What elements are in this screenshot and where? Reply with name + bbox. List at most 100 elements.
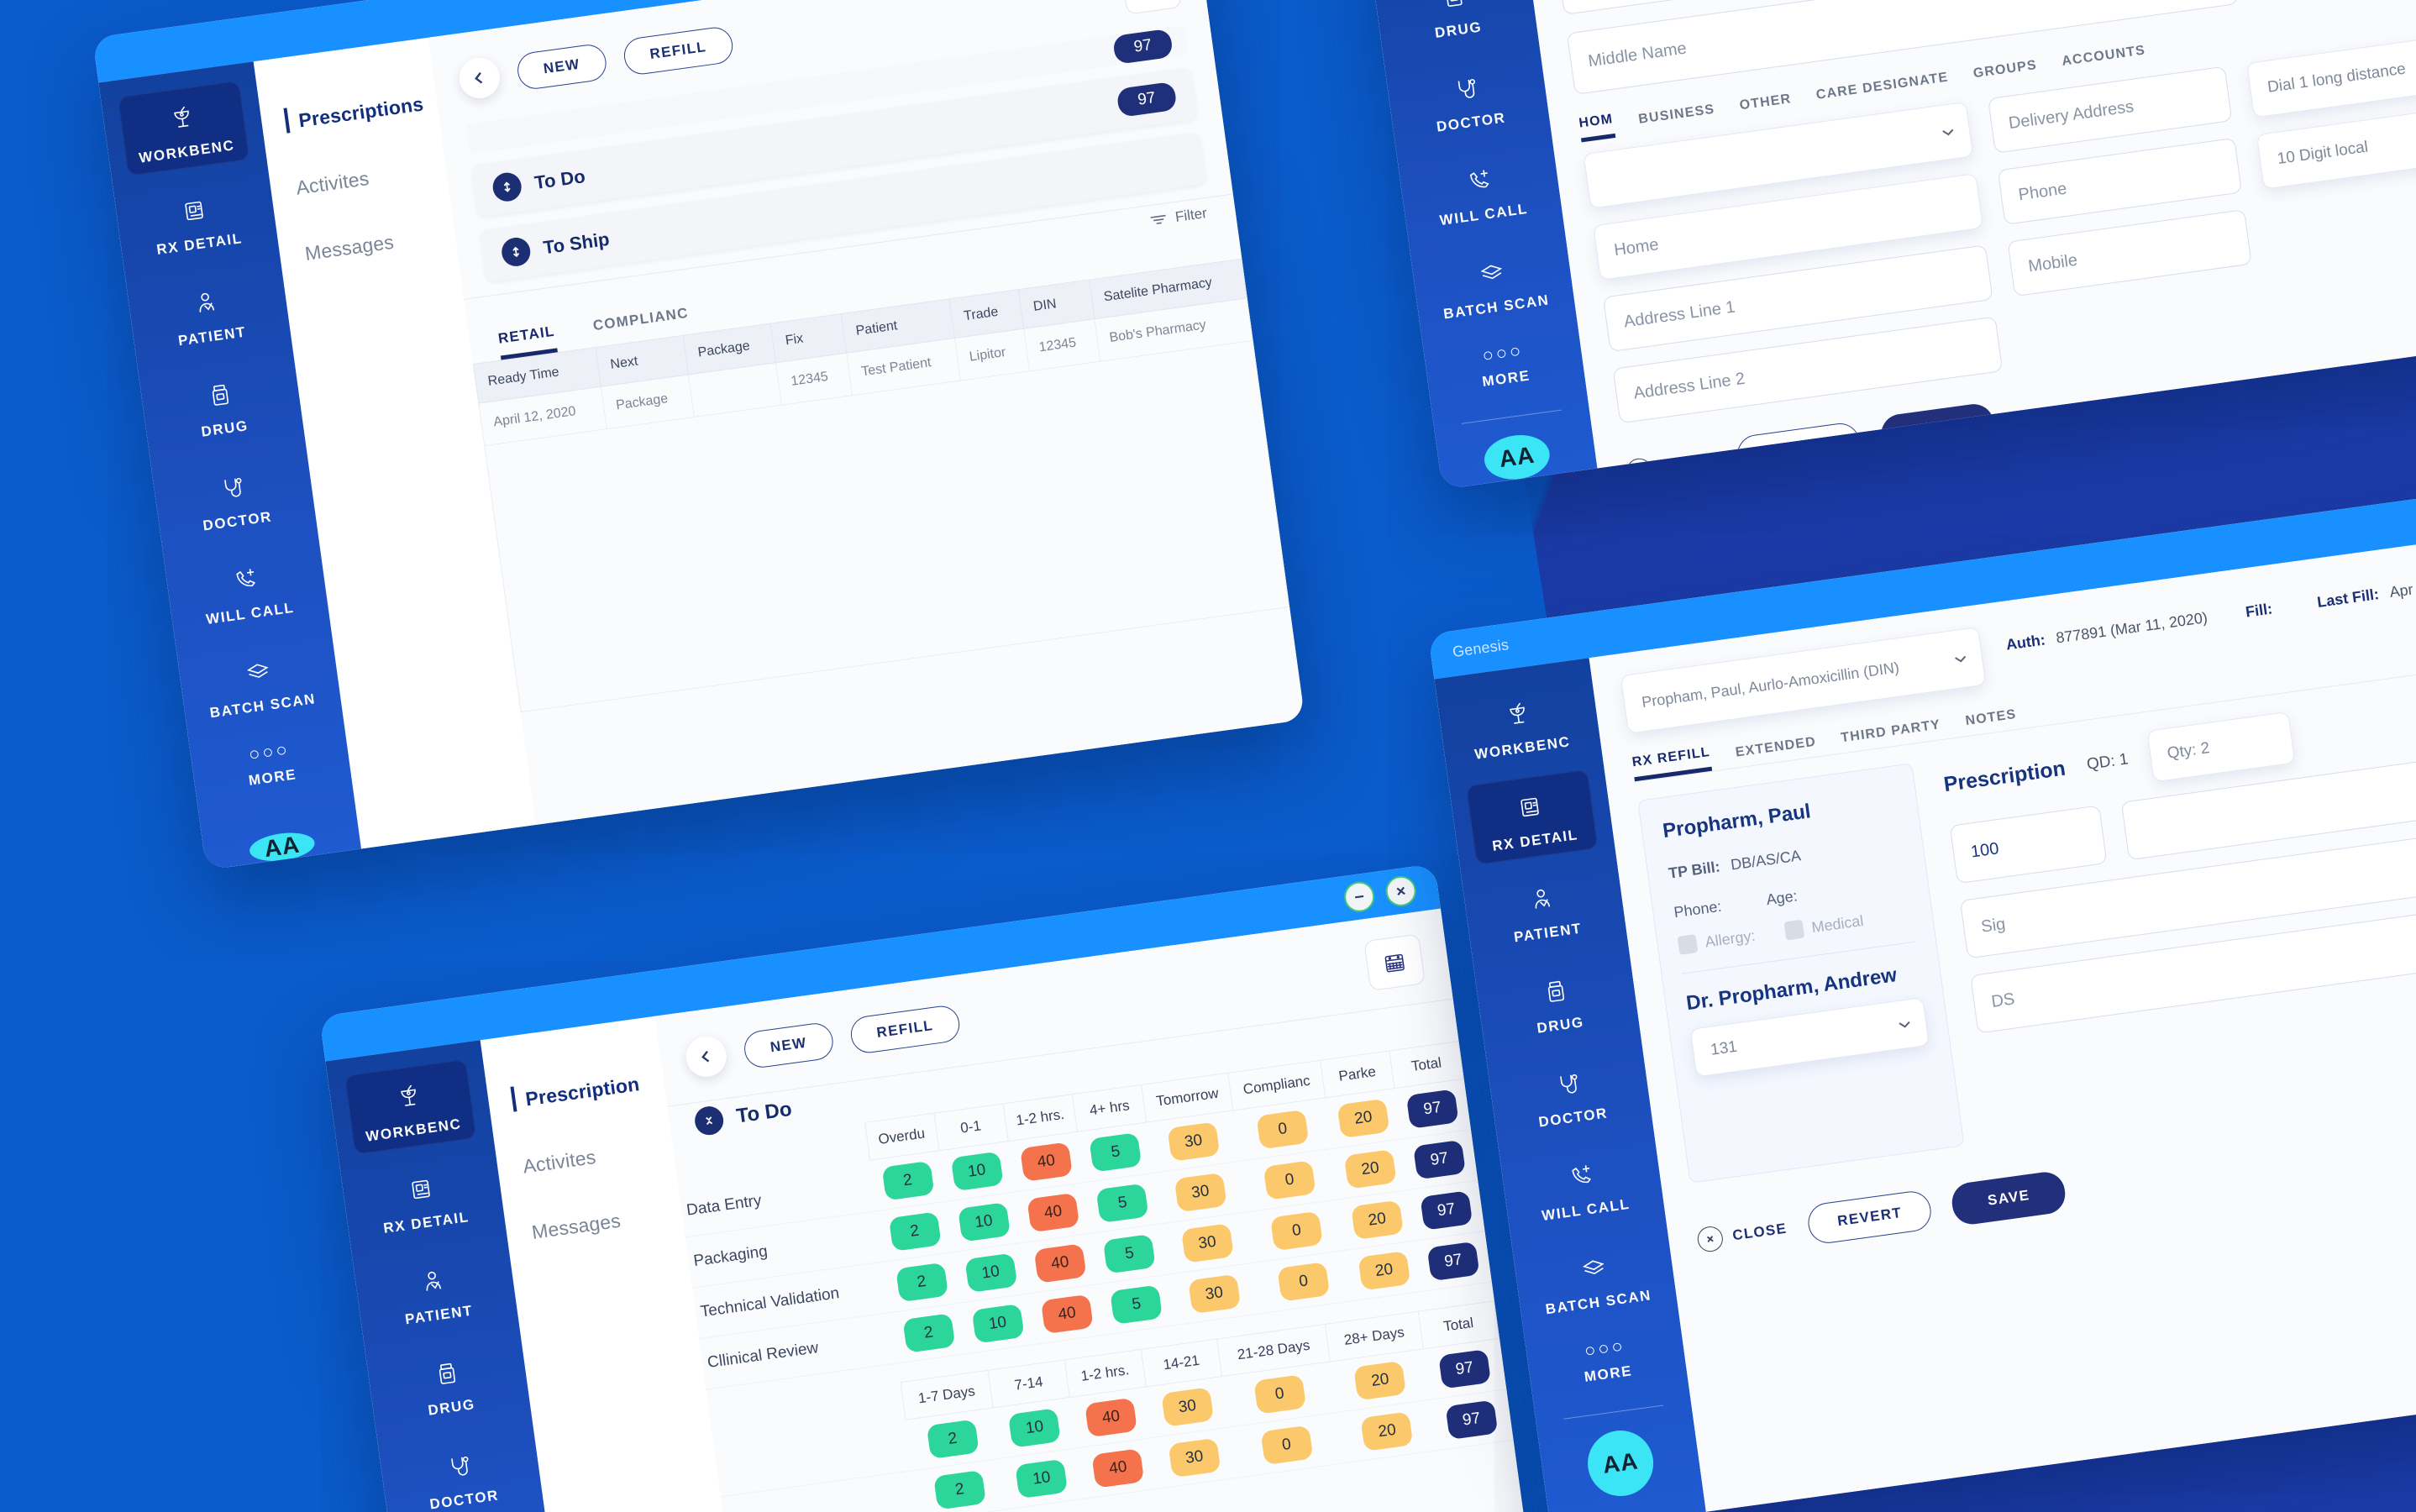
heatmap-cell[interactable]: 30 [1167, 1263, 1262, 1326]
section-label: To Do [533, 165, 587, 194]
sidebar-item-doctor[interactable]: DOCTOR [395, 1429, 528, 1512]
heatmap-cell[interactable]: 40 [1022, 1233, 1099, 1294]
tab-accounts[interactable]: ACCOUNTS [2061, 43, 2147, 76]
heatmap-cell[interactable]: 5 [1085, 1173, 1161, 1234]
rx-detail-pane: Propham, Paul, Aurlo-Amoxicillin (DIN) A… [1589, 516, 2416, 1512]
minimize-button[interactable] [1342, 879, 1377, 914]
sidebar-item-workbench[interactable]: WORKBENC [1453, 677, 1586, 773]
sidebar-item-workbench[interactable]: WORKBENC [344, 1058, 477, 1155]
heatmap-cell[interactable]: 20 [1346, 1240, 1423, 1301]
sidebar-item-more[interactable]: ○○○ MORE [1440, 328, 1569, 403]
sidebar-item-more[interactable]: ○○○ MORE [206, 727, 335, 802]
tab-notes[interactable]: NOTES [1965, 707, 2019, 736]
tab-extended[interactable]: EXTENDED [1735, 735, 1818, 768]
sidebar-item-batch-scan[interactable]: BATCH SCAN [1427, 236, 1560, 332]
subnav-item-prescriptions[interactable]: Prescriptions [286, 91, 439, 134]
heatmap-cell[interactable]: 10 [945, 1192, 1022, 1252]
qty-field[interactable]: Qty: 2 [2146, 711, 2295, 783]
sidebar-item-drug[interactable]: DRUG [382, 1336, 515, 1432]
avatar[interactable]: AA [1584, 1426, 1658, 1501]
heatmap-cell[interactable]: 10 [953, 1242, 1029, 1304]
allergy-checkbox[interactable]: Allergy: [1677, 927, 1757, 955]
close-button[interactable] [1384, 874, 1418, 909]
sidebar-item-doctor[interactable]: DOCTOR [1402, 51, 1535, 147]
sidebar-item-rx-detail[interactable]: RX DETAIL [357, 1152, 490, 1247]
tab-care-designate[interactable]: CARE DESIGNATE [1815, 71, 1951, 110]
medical-checkbox[interactable]: Medical [1783, 911, 1864, 941]
tab-business[interactable]: BUSINESS [1637, 102, 1716, 134]
heatmap-cell[interactable]: 2 [876, 1201, 953, 1263]
value-chip: 0 [1263, 1160, 1316, 1200]
tab-third-party[interactable]: THIRD PARTY [1840, 717, 1942, 753]
window-controls[interactable] [1342, 874, 1418, 914]
close-button[interactable]: CLOSE [1695, 1216, 1788, 1253]
new-button[interactable]: NEW [515, 42, 609, 92]
ten-digit-local-select[interactable]: 10 Digit local [2256, 104, 2416, 190]
phone-field[interactable]: Phone [1997, 137, 2242, 225]
sidebar-item-patient[interactable]: PATIENT [1478, 862, 1611, 958]
sidebar-item-batch-scan[interactable]: BATCH SCAN [1529, 1231, 1662, 1327]
subnav-item-prescription[interactable]: Prescription [512, 1069, 665, 1112]
sidebar-item-rx-detail[interactable]: RX DETAIL [1465, 769, 1599, 865]
heatmap-cell[interactable]: 30 [1153, 1427, 1237, 1488]
sidebar-item-drug[interactable]: DRUG [155, 358, 288, 454]
subnav-item-messages[interactable]: Messages [530, 1201, 683, 1244]
heatmap-cell[interactable]: 97 [1415, 1231, 1492, 1292]
sidebar-item-rx-detail[interactable]: RX DETAIL [130, 173, 263, 269]
sidebar-item-will-call[interactable]: WILL CALL [1415, 144, 1547, 239]
sidebar-item-drug[interactable]: DRUG [1389, 0, 1522, 55]
quantity-field[interactable]: 100 [1949, 805, 2108, 885]
tab-rx-refill[interactable]: RX REFILL [1631, 744, 1713, 782]
heatmap-cell[interactable]: 40 [1015, 1182, 1092, 1243]
heatmap-cell[interactable]: 10 [1000, 1447, 1084, 1509]
heatmap-cell[interactable]: 2 [883, 1252, 960, 1313]
tab-other[interactable]: OTHER [1739, 92, 1794, 120]
back-button[interactable] [683, 1033, 729, 1079]
heatmap-cell[interactable]: 10 [959, 1293, 1036, 1354]
refill-button[interactable]: REFILL [622, 24, 735, 77]
sidebar-item-doctor[interactable]: DOCTOR [168, 450, 301, 546]
sidebar-item-patient[interactable]: PATIENT [143, 265, 276, 361]
heatmap-cell[interactable]: 97 [1430, 1389, 1514, 1451]
heatmap-cell[interactable]: 10 [938, 1141, 1016, 1202]
sidebar-item-will-call[interactable]: WILL CALL [181, 543, 313, 638]
mobile-field[interactable]: Mobile [2007, 209, 2252, 297]
heatmap-cell[interactable]: 5 [1091, 1223, 1168, 1284]
subnav-item-activites[interactable]: Activites [295, 156, 448, 199]
avatar[interactable]: AA [1481, 431, 1552, 484]
sidebar-item-patient[interactable]: PATIENT [370, 1244, 502, 1340]
heatmap-cell[interactable]: 20 [1339, 1189, 1415, 1251]
heatmap-cell[interactable]: 40 [1076, 1437, 1160, 1499]
subnav-item-messages[interactable]: Messages [303, 223, 456, 265]
sidebar-item-will-call[interactable]: WILL CALL [1516, 1139, 1649, 1235]
revert-button[interactable]: REVERT [1805, 1189, 1935, 1246]
tab-home[interactable]: HOM [1578, 112, 1616, 143]
heatmap-cell[interactable]: 97 [1401, 1129, 1478, 1190]
heatmap-cell[interactable]: 40 [1028, 1284, 1106, 1345]
heatmap-cell[interactable]: 97 [1408, 1180, 1485, 1241]
sidebar-item-batch-scan[interactable]: BATCH SCAN [193, 635, 326, 731]
subnav-item-activites[interactable]: Activites [522, 1135, 675, 1178]
sidebar-item-doctor[interactable]: DOCTOR [1504, 1047, 1636, 1142]
refill-button[interactable]: REFILL [848, 1003, 962, 1056]
heatmap-cell[interactable]: 5 [1098, 1274, 1175, 1335]
sidebar-item-label: DRUG [427, 1396, 476, 1419]
heatmap-cell[interactable]: 20 [1325, 1088, 1402, 1149]
window-workbench[interactable]: WORKBENC RX DETAIL PATIENT DRUG DOCTOR W… [92, 0, 1305, 870]
new-button[interactable]: NEW [742, 1021, 836, 1070]
sidebar-item-workbench[interactable]: WORKBENC [117, 80, 250, 176]
save-button[interactable]: SAVE [1950, 1169, 2068, 1227]
calendar-icon[interactable] [1120, 0, 1183, 15]
back-button[interactable] [456, 55, 502, 101]
sidebar-item-drug[interactable]: DRUG [1491, 954, 1624, 1050]
heatmap-cell[interactable]: 5 [1077, 1121, 1154, 1183]
heatmap-cell[interactable]: 20 [1331, 1139, 1409, 1200]
tab-groups[interactable]: GROUPS [1972, 58, 2039, 88]
heatmap-cell[interactable]: 40 [1007, 1131, 1085, 1193]
heatmap-cell[interactable]: 2 [890, 1303, 967, 1363]
heatmap-cell[interactable]: 97 [1394, 1079, 1471, 1140]
sidebar-item-more[interactable]: ○○○ MORE [1542, 1324, 1671, 1399]
window-rx-detail[interactable]: Genesis WORKBENC RX DETAIL PATIENT DRUG [1428, 470, 2416, 1512]
calendar-icon[interactable] [1363, 933, 1426, 991]
heatmap-cell[interactable]: 2 [869, 1150, 946, 1211]
